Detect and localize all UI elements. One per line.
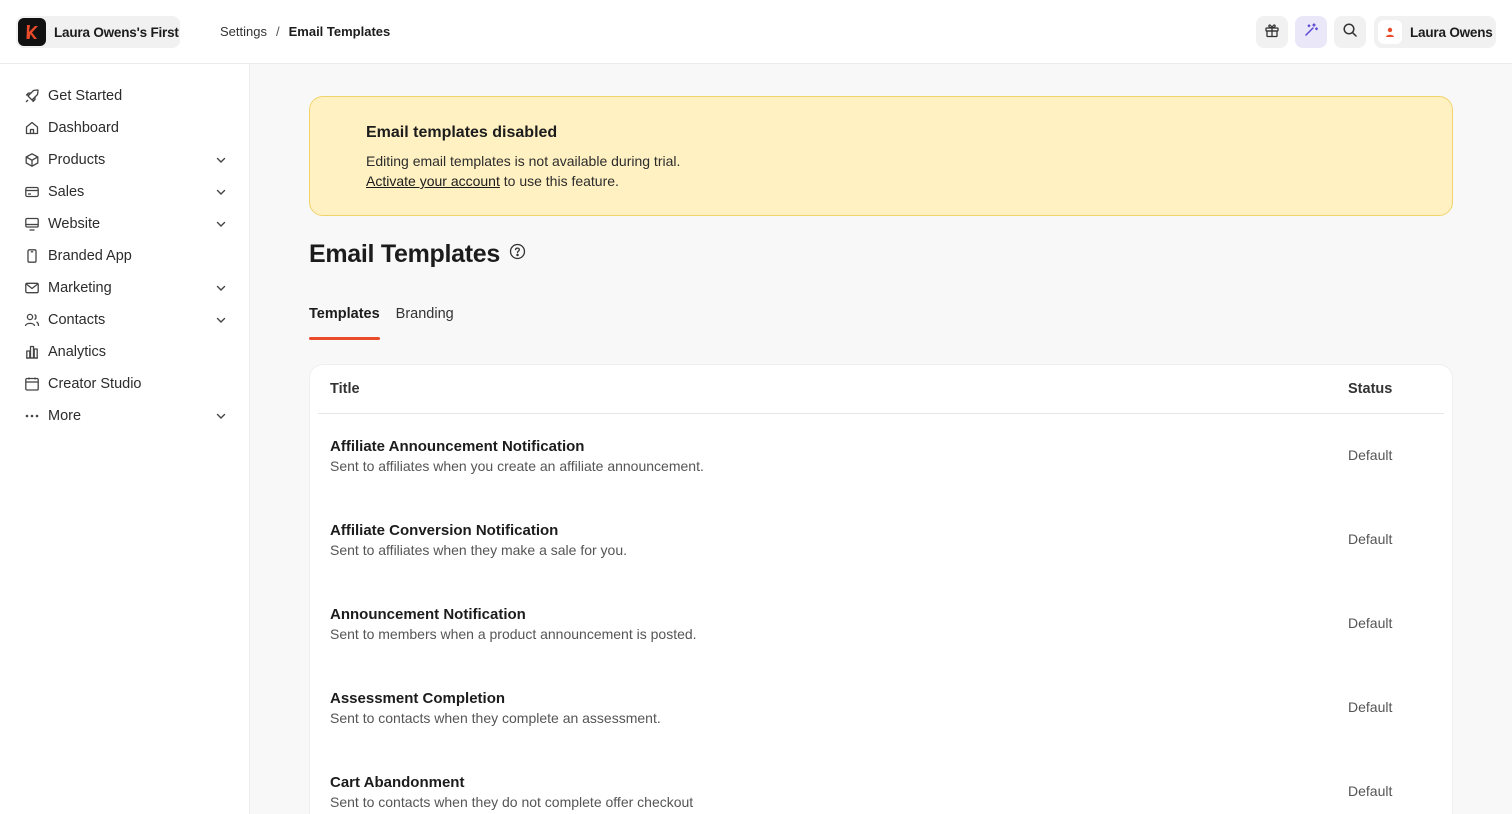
sidebar-item-analytics[interactable]: Analytics [0,336,249,368]
banner-activate-line: Activate your account to use this featur… [366,171,1396,191]
sidebar-item-branded-app[interactable]: Branded App [0,240,249,272]
column-header-title: Title [330,381,360,397]
magic-wand-icon [1303,22,1319,43]
ai-assistant-button[interactable] [1295,16,1327,48]
trial-warning-banner: Email templates disabled Editing email t… [309,96,1453,216]
sidebar-item-label: Dashboard [48,120,119,136]
sidebar-item-sales[interactable]: Sales [0,176,249,208]
sidebar-item-creator-studio[interactable]: Creator Studio [0,368,249,400]
sidebar-item-label: Analytics [48,344,107,360]
sidebar-item-label: Contacts [48,312,106,328]
avatar [1378,20,1402,44]
gift-button[interactable] [1256,16,1288,48]
template-title: Cart Abandonment [330,774,465,791]
sidebar-item-label: Website [48,216,101,232]
more-dots-icon [24,408,40,424]
chevron-down-icon [215,282,227,294]
sidebar-item-label: Marketing [48,280,112,296]
sidebar-item-label: Branded App [48,248,132,264]
template-description: Sent to contacts when they complete an a… [330,710,661,726]
template-description: Sent to affiliates when you create an af… [330,458,704,474]
sidebar-item-label: Get Started [48,88,123,104]
template-title: Assessment Completion [330,690,506,707]
template-status: Default [1348,783,1393,799]
banner-title: Email templates disabled [366,124,558,141]
user-icon [1386,27,1394,37]
breadcrumb: Settings / Email Templates [220,24,390,39]
table-row[interactable]: Affiliate Announcement Notification Sent… [318,414,1444,498]
template-status: Default [1348,699,1393,715]
template-description: Sent to members when a product announcem… [330,626,697,642]
banner-activate-suffix: to use this feature. [499,173,619,189]
tab-templates[interactable]: Templates [309,304,380,340]
box-icon [24,152,40,168]
chevron-down-icon [215,314,227,326]
template-description: Sent to contacts when they do not comple… [330,794,694,810]
email-templates-table: Title Status Affiliate Announcement Noti… [309,364,1453,814]
template-title: Announcement Notification [330,606,526,623]
page-title-row: Email Templates [309,240,526,269]
template-status: Default [1348,531,1393,547]
sidebar-item-products[interactable]: Products [0,144,249,176]
template-status: Default [1348,447,1393,463]
sidebar: Get Started Dashboard Products Sales Web… [0,64,250,814]
credit-card-icon [24,184,40,200]
sidebar-item-contacts[interactable]: Contacts [0,304,249,336]
rocket-icon [24,88,40,104]
user-menu-button[interactable]: Laura Owens [1374,16,1496,48]
sidebar-item-dashboard[interactable]: Dashboard [0,112,249,144]
breadcrumb-current: Email Templates [288,24,391,39]
bar-chart-icon [24,344,40,360]
users-icon [24,312,40,328]
table-row[interactable]: Assessment Completion Sent to contacts w… [318,666,1444,750]
site-name: Laura Owens's First [54,24,179,40]
template-status: Default [1348,615,1393,631]
sidebar-item-label: Products [48,152,106,168]
sidebar-item-label: Creator Studio [48,376,142,392]
table-row[interactable]: Cart Abandonment Sent to contacts when t… [318,750,1444,814]
user-name: Laura Owens [1410,24,1493,40]
table-row[interactable]: Announcement Notification Sent to member… [318,582,1444,666]
monitor-icon [24,216,40,232]
sidebar-item-more[interactable]: More [0,400,249,432]
help-circle-icon[interactable] [509,243,526,260]
chevron-down-icon [215,218,227,230]
home-icon [24,120,40,136]
gift-icon [1264,22,1280,43]
sidebar-item-website[interactable]: Website [0,208,249,240]
column-header-status: Status [1348,381,1393,397]
site-switcher[interactable]: Laura Owens's First [16,16,180,48]
chevron-down-icon [215,186,227,198]
table-row[interactable]: Affiliate Conversion Notification Sent t… [318,498,1444,582]
main-content: Email templates disabled Editing email t… [250,64,1512,814]
table-header: Title Status [318,365,1444,414]
sidebar-item-label: More [48,408,82,424]
template-title: Affiliate Announcement Notification [330,438,585,455]
breadcrumb-separator: / [275,24,280,39]
mail-icon [24,280,40,296]
tab-branding[interactable]: Branding [396,304,454,340]
chevron-down-icon [215,410,227,422]
template-description: Sent to affiliates when they make a sale… [330,542,628,558]
brand-logo-icon [18,18,46,46]
mobile-icon [24,248,40,264]
sidebar-item-marketing[interactable]: Marketing [0,272,249,304]
search-icon [1342,22,1358,43]
calendar-icon [24,376,40,392]
top-bar: Laura Owens's First Settings / Email Tem… [0,0,1512,64]
template-title: Affiliate Conversion Notification [330,522,559,539]
tab-bar: Templates Branding [309,304,470,340]
chevron-down-icon [215,154,227,166]
activate-account-link[interactable]: Activate your account [366,173,500,189]
search-button[interactable] [1334,16,1366,48]
banner-message: Editing email templates is not available… [366,153,681,169]
breadcrumb-settings[interactable]: Settings [220,24,267,39]
page-title: Email Templates [309,240,500,268]
sidebar-item-label: Sales [48,184,85,200]
sidebar-item-get-started[interactable]: Get Started [0,80,249,112]
